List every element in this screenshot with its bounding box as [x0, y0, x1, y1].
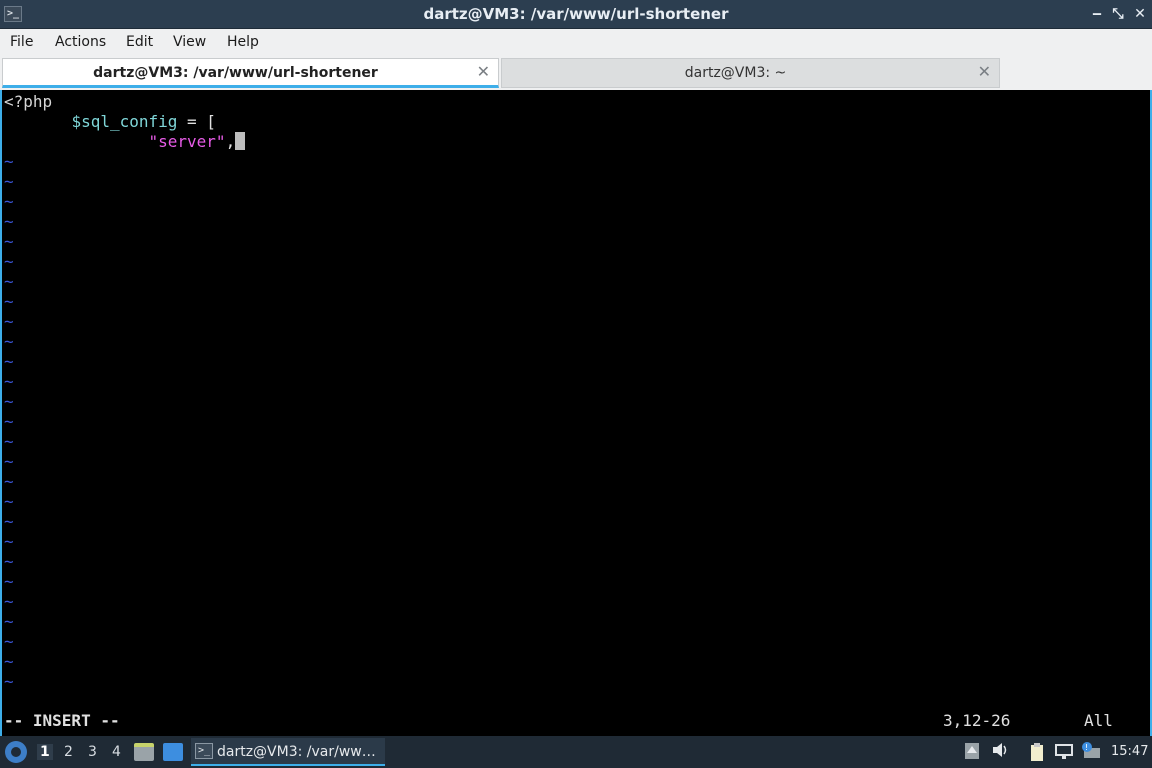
text-cursor [235, 132, 246, 150]
tab-close-icon[interactable]: ✕ [477, 62, 490, 81]
empty-line-tilde: ~ [4, 212, 14, 231]
empty-line-tilde: ~ [4, 592, 14, 611]
empty-line-tilde: ~ [4, 292, 14, 311]
empty-line-tilde: ~ [4, 472, 14, 491]
cursor-position: 3,12-26 [943, 711, 1011, 730]
menu-edit[interactable]: Edit [126, 34, 153, 50]
clipboard-icon[interactable] [1027, 742, 1047, 762]
maximize-button[interactable]: ⤡ [1108, 4, 1128, 24]
empty-line-tilde: ~ [4, 672, 14, 691]
tab-label: dartz@VM3: ~ [684, 65, 787, 81]
code-line-1: <?php [4, 92, 53, 111]
menu-actions[interactable]: Actions [55, 34, 106, 50]
clock: 15:47 [1111, 744, 1149, 759]
code-line-2: $sql_config = [ [71, 112, 216, 131]
taskbar-task-terminal[interactable]: >_ dartz@VM3: /var/ww… [191, 738, 385, 766]
empty-line-tilde: ~ [4, 552, 14, 571]
svg-text:!: ! [1085, 743, 1088, 752]
tab-close-icon[interactable]: ✕ [978, 62, 991, 81]
terminal-icon: >_ [195, 743, 213, 759]
empty-line-tilde: ~ [4, 412, 14, 431]
empty-line-tilde: ~ [4, 392, 14, 411]
empty-line-tilde: ~ [4, 272, 14, 291]
empty-line-tilde: ~ [4, 572, 14, 591]
empty-line-tilde: ~ [4, 372, 14, 391]
menu-file[interactable]: File [10, 34, 33, 50]
file-manager-icon[interactable] [134, 743, 154, 761]
empty-line-tilde: ~ [4, 172, 14, 191]
tab-label: dartz@VM3: /var/www/url-shortener [93, 65, 378, 81]
start-menu-icon[interactable] [5, 741, 27, 763]
show-desktop-icon[interactable] [163, 743, 183, 761]
workspace-4[interactable]: 4 [112, 744, 121, 760]
tab-url-shortener[interactable]: dartz@VM3: /var/www/url-shortener ✕ [2, 58, 499, 88]
workspace-1[interactable]: 1 [37, 744, 53, 760]
empty-line-tilde: ~ [4, 312, 14, 331]
tab-bar: dartz@VM3: /var/www/url-shortener ✕ dart… [0, 56, 1152, 90]
empty-line-tilde: ~ [4, 452, 14, 471]
upload-icon[interactable] [962, 742, 982, 762]
network-icon[interactable] [1054, 742, 1074, 762]
volume-icon[interactable] [990, 742, 1010, 762]
empty-line-tilde: ~ [4, 332, 14, 351]
string-token: "server" [148, 132, 226, 151]
terminal-view[interactable]: <?php $sql_config = [ "server", ~ ~ ~ ~ ~ ~ ~ ~… [0, 90, 1152, 736]
empty-line-tilde: ~ [4, 532, 14, 551]
task-label: dartz@VM3: /var/ww… [217, 744, 376, 760]
taskbar: 1 2 3 4 >_ dartz@VM3: /var/ww… ! 15:47 [0, 736, 1152, 768]
menu-help[interactable]: Help [227, 34, 259, 50]
menu-view[interactable]: View [173, 34, 206, 50]
updates-icon[interactable]: ! [1081, 742, 1101, 762]
empty-line-tilde: ~ [4, 252, 14, 271]
workspace-2[interactable]: 2 [64, 744, 73, 760]
code-line-3: "server", [4, 132, 246, 152]
vim-mode-indicator: -- INSERT -- [4, 711, 120, 730]
empty-line-tilde: ~ [4, 612, 14, 631]
menu-bar: File Actions Edit View Help [0, 29, 1152, 56]
workspace-3[interactable]: 3 [88, 744, 97, 760]
tab-home[interactable]: dartz@VM3: ~ ✕ [501, 58, 1000, 88]
empty-line-tilde: ~ [4, 192, 14, 211]
empty-line-tilde: ~ [4, 652, 14, 671]
empty-line-tilde: ~ [4, 512, 14, 531]
empty-line-tilde: ~ [4, 232, 14, 251]
empty-line-tilde: ~ [4, 492, 14, 511]
window-title: dartz@VM3: /var/www/url-shortener [423, 5, 729, 23]
vim-status-line: -- INSERT -- 3,12-26 All [4, 710, 1150, 732]
empty-line-tilde: ~ [4, 152, 14, 171]
close-window-button[interactable]: ✕ [1130, 4, 1150, 24]
window-titlebar[interactable]: >_ dartz@VM3: /var/www/url-shortener ‒ ⤡… [0, 0, 1152, 29]
scroll-indicator: All [1084, 711, 1113, 730]
variable-token: $sql_config [71, 112, 178, 131]
empty-line-tilde: ~ [4, 432, 14, 451]
empty-line-tilde: ~ [4, 352, 14, 371]
empty-line-tilde: ~ [4, 632, 14, 651]
minimize-button[interactable]: ‒ [1087, 4, 1107, 24]
